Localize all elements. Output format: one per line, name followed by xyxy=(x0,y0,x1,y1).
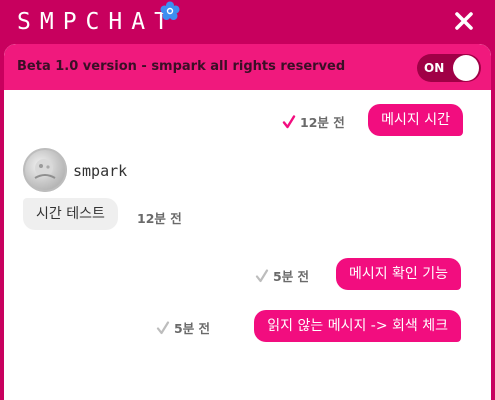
title-bar: SMPCHAT xyxy=(0,0,495,44)
version-banner: Beta 1.0 version - smpark all rights res… xyxy=(4,44,491,90)
message-meta: 5분 전 xyxy=(255,268,309,286)
check-icon xyxy=(156,321,170,335)
chat-panel: Beta 1.0 version - smpark all rights res… xyxy=(4,44,491,400)
avatar[interactable] xyxy=(23,148,67,192)
app-brand: SMPCHAT xyxy=(17,9,177,35)
check-icon xyxy=(255,269,269,283)
flower-icon xyxy=(160,1,180,21)
chat-app: SMPCHAT Beta 1.0 version - smpark all ri… xyxy=(0,0,495,400)
message-time: 5분 전 xyxy=(174,321,211,336)
sent-message: 읽지 않는 메시지 -> 회색 체크 xyxy=(254,310,461,342)
check-icon xyxy=(282,115,296,129)
received-message: 시간 테스트 xyxy=(23,198,118,230)
message-meta: 12분 전 xyxy=(282,114,345,132)
banner-text: Beta 1.0 version - smpark all rights res… xyxy=(17,59,346,74)
toggle-knob xyxy=(453,55,479,81)
message-time: 5분 전 xyxy=(273,269,310,284)
toggle-label: ON xyxy=(424,61,445,75)
message-time: 12분 전 xyxy=(300,115,345,130)
message-time: 12분 전 xyxy=(137,211,182,226)
close-icon[interactable] xyxy=(453,10,475,32)
message-meta: 5분 전 xyxy=(156,320,210,338)
sent-message: 메시지 확인 기능 xyxy=(335,258,461,290)
on-toggle[interactable]: ON xyxy=(417,54,481,82)
sender-name: smpark xyxy=(73,162,128,180)
sent-message: 메시지 시간 xyxy=(368,104,463,136)
